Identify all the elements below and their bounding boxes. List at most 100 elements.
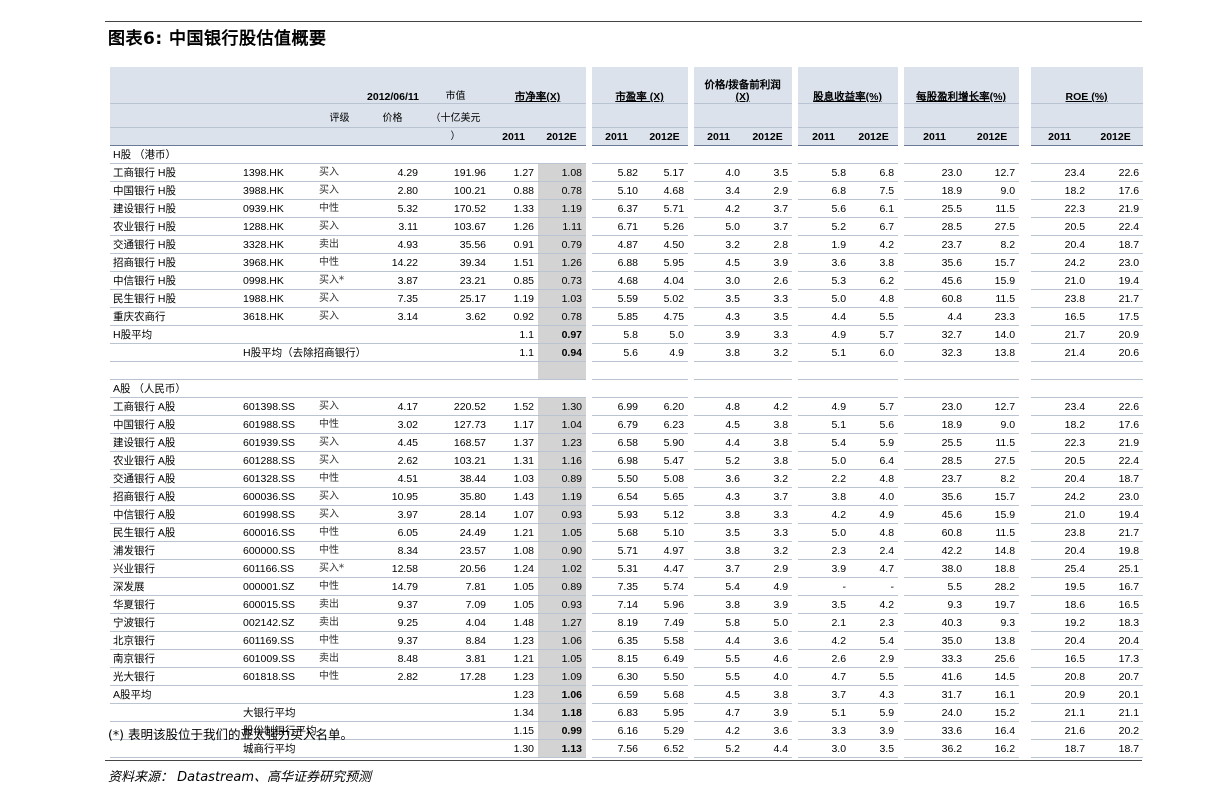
rating: 中性 [316,523,365,542]
market-cap: 127.73 [422,415,491,434]
empty-cell [904,361,1020,380]
metric-cell: 23.7 [904,235,967,254]
metric-cell: 4.4 [694,433,745,452]
metric-cell: 0.78 [538,307,587,326]
metric-cell: 5.96 [642,595,689,614]
ticker: 1988.HK [240,289,316,308]
metric-cell: 6.1 [850,199,899,218]
metric-cell: 4.2 [798,631,851,650]
price: 14.79 [364,577,423,596]
metric-cell: 1.06 [538,631,587,650]
metric-cell: 21.1 [1031,703,1090,722]
metric-cell: 0.92 [490,307,539,326]
metric-cell: 11.5 [966,523,1020,542]
price: 4.51 [364,469,423,488]
metric-cell: 4.5 [694,685,745,704]
empty-cell [694,361,793,380]
metric-cell: 0.91 [490,235,539,254]
metric-cell: 18.6 [1031,595,1090,614]
metric-cell: 1.31 [490,451,539,470]
header-mktcap-unit2: ） [422,127,491,146]
metric-cell: 1.51 [490,253,539,272]
metric-cell: 1.1 [490,325,539,344]
metric-cell: 1.21 [490,523,539,542]
table-row: 交通银行 A股 601328.SS 中性 4.51 38.44 1.03 0.89 5.50 5… [110,469,1144,488]
metric-cell: 21.0 [1031,505,1090,524]
metric-cell: 23.0 [904,397,967,416]
metric-cell: 3.9 [850,721,899,740]
metric-cell: 3.2 [694,235,745,254]
metric-cell: 1.48 [490,613,539,632]
metric-cell: 1.03 [490,469,539,488]
metric-cell: 9.0 [966,181,1020,200]
metric-cell: 7.14 [592,595,643,614]
metric-cell: 5.08 [642,469,689,488]
metric-cell: 13.8 [966,631,1020,650]
metric-cell: 5.93 [592,505,643,524]
metric-cell: 16.7 [1089,577,1144,596]
metric-cell: 19.4 [1089,505,1144,524]
metric-cell: 21.9 [1089,199,1144,218]
metric-cell: 11.5 [966,199,1020,218]
metric-cell: 5.47 [642,451,689,470]
metric-cell: 18.7 [1089,739,1144,758]
market-cap: 103.21 [422,451,491,470]
metric-cell: 22.3 [1031,199,1090,218]
header-epsg: 每股盈利增长率(%) [916,91,1006,103]
metric-cell: 23.7 [904,469,967,488]
metric-cell: 4.2 [850,235,899,254]
empty-cell [798,379,899,398]
metric-cell: 1.03 [538,289,587,308]
metric-cell: 36.2 [904,739,967,758]
metric-cell: - [850,577,899,596]
header-roe: ROE (%) [1065,91,1108,103]
market-cap: 170.52 [422,199,491,218]
header-dy: 股息收益率(%) [813,91,882,103]
metric-cell: 3.8 [694,541,745,560]
metric-cell: 0.93 [538,595,587,614]
metric-cell: 1.27 [490,163,539,182]
metric-cell: 2.3 [850,613,899,632]
price: 3.02 [364,415,423,434]
rating: 卖出 [316,649,365,668]
market-cap: 103.67 [422,217,491,236]
rating: 卖出 [316,613,365,632]
metric-cell: 21.7 [1031,325,1090,344]
metric-cell: 6.59 [592,685,643,704]
price: 9.37 [364,595,423,614]
empty-cell [694,379,793,398]
metric-cell: 3.8 [744,451,793,470]
metric-cell: 15.7 [966,487,1020,506]
rating: 中性 [316,577,365,596]
bank-name: 浦发银行 [110,541,240,560]
metric-cell: 4.5 [694,253,745,272]
metric-cell: 3.4 [694,181,745,200]
metric-cell: 5.9 [850,703,899,722]
metric-cell: 4.75 [642,307,689,326]
metric-cell: 4.2 [850,595,899,614]
metric-cell: 1.30 [490,739,539,758]
metric-cell: 6.8 [798,181,851,200]
bank-name: 南京银行 [110,649,240,668]
metric-cell: 3.7 [744,217,793,236]
metric-cell: 5.4 [798,433,851,452]
metric-cell: 3.7 [694,559,745,578]
metric-cell: 20.1 [1089,685,1144,704]
bank-name: 民生银行 H股 [110,289,240,308]
metric-cell: 3.8 [694,343,745,362]
metric-cell: 4.5 [694,415,745,434]
metric-cell: 24.0 [904,703,967,722]
empty-cell [538,361,587,380]
roe-2011-header: 2011 [1031,127,1090,146]
metric-cell: 0.88 [490,181,539,200]
price: 8.48 [364,649,423,668]
metric-cell: 6.71 [592,217,643,236]
rating: 中性 [316,631,365,650]
metric-cell: 6.88 [592,253,643,272]
metric-cell: 23.0 [1089,487,1144,506]
metric-cell: 32.3 [904,343,967,362]
metric-cell: 19.2 [1031,613,1090,632]
empty-cell [1031,361,1144,380]
metric-cell: 4.3 [694,307,745,326]
metric-cell: 19.4 [1089,271,1144,290]
